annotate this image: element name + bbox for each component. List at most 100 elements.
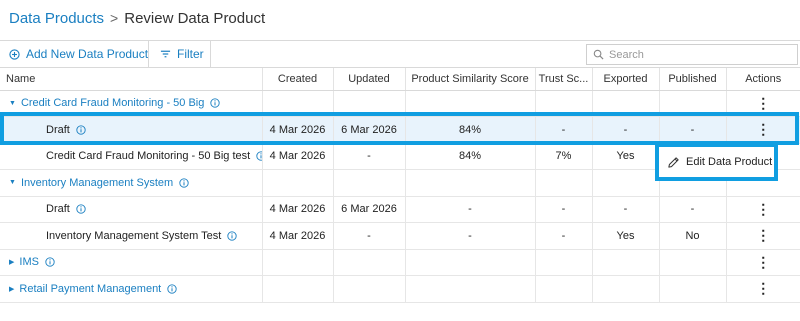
- similarity-cell: [405, 90, 536, 117]
- edit-data-product-label: Edit Data Product: [686, 156, 773, 168]
- group-name[interactable]: Retail Payment Management: [19, 283, 161, 295]
- filter-label: Filter: [177, 47, 204, 61]
- trust-score-cell: [535, 90, 593, 117]
- exported-cell: -: [592, 196, 660, 223]
- table-group-row[interactable]: ▼ Credit Card Fraud Monitoring - 50 Big ⋮: [0, 90, 800, 117]
- created-cell: 4 Mar 2026: [262, 196, 334, 223]
- trust-score-cell: -: [535, 116, 593, 144]
- similarity-cell: [405, 169, 536, 197]
- info-icon[interactable]: [76, 204, 86, 214]
- add-new-data-product-button[interactable]: Add New Data Product: [9, 41, 148, 67]
- updated-cell: [333, 275, 406, 303]
- info-icon[interactable]: [210, 98, 221, 108]
- info-icon[interactable]: [256, 151, 261, 161]
- table-row-selected[interactable]: Draft 4 Mar 2026 6 Mar 2026 84% - - - ⋮: [0, 116, 800, 144]
- info-icon[interactable]: [179, 178, 189, 188]
- similarity-cell: -: [405, 196, 536, 223]
- page-title: Review Data Product: [124, 9, 266, 27]
- created-cell: [262, 169, 334, 197]
- published-cell: [659, 275, 727, 303]
- breadcrumb-data-products-link[interactable]: Data Products: [9, 10, 104, 27]
- column-header-exported[interactable]: Exported: [592, 68, 660, 91]
- similarity-cell: [405, 249, 536, 276]
- updated-cell: 6 Mar 2026: [333, 196, 406, 223]
- column-header-trust-score[interactable]: Trust Sc...: [535, 68, 593, 91]
- column-header-updated[interactable]: Updated: [333, 68, 406, 91]
- similarity-cell: 84%: [405, 116, 536, 144]
- kebab-menu-icon[interactable]: ⋮: [756, 121, 770, 137]
- caret-right-icon[interactable]: ▶: [9, 258, 14, 266]
- created-cell: 4 Mar 2026: [262, 143, 334, 170]
- kebab-menu-icon[interactable]: ⋮: [756, 95, 770, 111]
- search-icon: [593, 49, 604, 60]
- column-header-name[interactable]: Name: [0, 68, 263, 91]
- trust-score-cell: -: [535, 196, 593, 223]
- exported-cell: [592, 90, 660, 117]
- info-icon[interactable]: [227, 231, 237, 241]
- updated-cell: 6 Mar 2026: [333, 116, 406, 144]
- exported-cell: Yes: [592, 222, 660, 250]
- exported-cell: -: [592, 116, 660, 144]
- trust-score-cell: [535, 249, 593, 276]
- row-name: Credit Card Fraud Monitoring - 50 Big te…: [46, 150, 251, 163]
- similarity-cell: 84%: [405, 143, 536, 170]
- trust-score-cell: [535, 169, 593, 197]
- published-cell: [659, 249, 727, 276]
- table-header-row: Name Created Updated Product Similarity …: [0, 68, 800, 91]
- updated-cell: [333, 249, 406, 276]
- toolbar-divider: [210, 41, 211, 67]
- exported-cell: [592, 275, 660, 303]
- similarity-cell: [405, 275, 536, 303]
- search-box: [586, 44, 798, 65]
- row-name: Draft: [46, 203, 70, 216]
- kebab-menu-icon[interactable]: ⋮: [756, 280, 770, 296]
- trust-score-cell: 7%: [535, 143, 593, 170]
- kebab-menu-icon[interactable]: ⋮: [756, 227, 770, 243]
- edit-data-product-menu-item[interactable]: Edit Data Product: [655, 143, 778, 181]
- group-name[interactable]: IMS: [19, 256, 39, 268]
- column-header-published[interactable]: Published: [659, 68, 727, 91]
- plus-circle-icon: [9, 48, 20, 60]
- published-cell: [659, 90, 727, 117]
- search-input[interactable]: [609, 48, 789, 61]
- created-cell: [262, 249, 334, 276]
- table-row[interactable]: Inventory Management System Test 4 Mar 2…: [0, 222, 800, 250]
- updated-cell: [333, 90, 406, 117]
- similarity-cell: -: [405, 222, 536, 250]
- filter-button[interactable]: Filter: [160, 41, 204, 67]
- table-row[interactable]: Draft 4 Mar 2026 6 Mar 2026 - - - - ⋮: [0, 196, 800, 223]
- info-icon[interactable]: [45, 257, 55, 267]
- updated-cell: -: [333, 222, 406, 250]
- updated-cell: [333, 169, 406, 197]
- column-header-created[interactable]: Created: [262, 68, 334, 91]
- exported-cell: Yes: [592, 143, 660, 170]
- kebab-menu-icon[interactable]: ⋮: [756, 254, 770, 270]
- caret-down-icon[interactable]: ▼: [9, 179, 16, 186]
- column-header-similarity[interactable]: Product Similarity Score: [405, 68, 536, 91]
- data-products-table: Name Created Updated Product Similarity …: [0, 68, 800, 303]
- pencil-icon: [668, 156, 679, 168]
- created-cell: 4 Mar 2026: [262, 116, 334, 144]
- info-icon[interactable]: [76, 125, 86, 135]
- published-cell: -: [659, 196, 727, 223]
- exported-cell: [592, 169, 660, 197]
- trust-score-cell: -: [535, 222, 593, 250]
- created-cell: [262, 90, 334, 117]
- row-name: Inventory Management System Test: [46, 229, 222, 242]
- kebab-menu-icon[interactable]: ⋮: [756, 201, 770, 217]
- created-cell: [262, 275, 334, 303]
- updated-cell: -: [333, 143, 406, 170]
- group-name[interactable]: Inventory Management System: [21, 177, 173, 189]
- breadcrumb: Data Products > Review Data Product: [9, 8, 265, 28]
- trust-score-cell: [535, 275, 593, 303]
- published-cell: No: [659, 222, 727, 250]
- exported-cell: [592, 249, 660, 276]
- caret-right-icon[interactable]: ▶: [9, 285, 14, 293]
- filter-icon: [160, 50, 171, 58]
- table-group-row[interactable]: ▶ Retail Payment Management ⋮: [0, 275, 800, 303]
- table-group-row[interactable]: ▶ IMS ⋮: [0, 249, 800, 276]
- toolbar: Add New Data Product Filter: [0, 40, 800, 68]
- caret-down-icon[interactable]: ▼: [9, 100, 16, 107]
- group-name[interactable]: Credit Card Fraud Monitoring - 50 Big: [21, 97, 204, 109]
- info-icon[interactable]: [167, 284, 177, 294]
